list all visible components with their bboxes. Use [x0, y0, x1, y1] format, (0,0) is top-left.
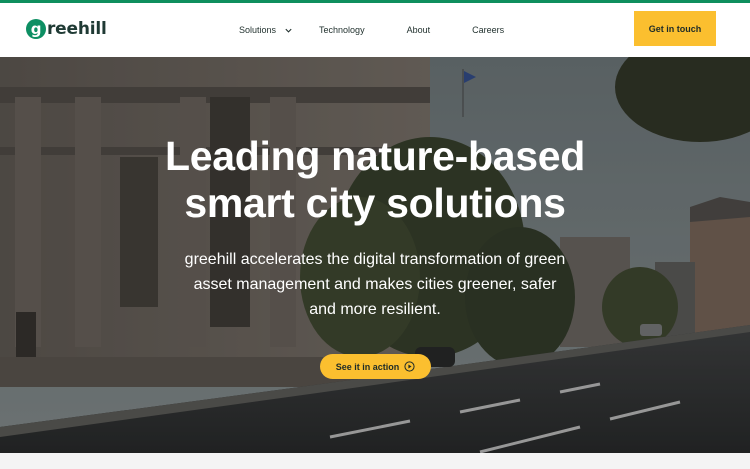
hero-section: Leading nature-based smart city solution…: [0, 57, 750, 453]
nav-item-about[interactable]: About: [407, 25, 431, 35]
hero-subtitle-line: asset management and makes cities greene…: [193, 276, 557, 293]
site-header: g reehill Solutions Technology About Care…: [0, 3, 750, 57]
hero-title-line: smart city solutions: [184, 180, 566, 226]
hero-title-line: Leading nature-based: [164, 133, 586, 179]
next-section-strip: [0, 453, 750, 469]
nav-item-careers[interactable]: Careers: [472, 25, 504, 35]
nav-item-label: Technology: [319, 25, 365, 35]
nav-item-label: Careers: [472, 25, 505, 35]
nav-item-label: Solutions: [239, 25, 277, 35]
logo-mark: g: [26, 19, 46, 39]
button-label: See it in action: [335, 361, 400, 372]
logo-text: reehill: [47, 19, 107, 39]
nav-item-technology[interactable]: Technology: [319, 25, 365, 35]
get-in-touch-button[interactable]: Get in touch: [634, 11, 716, 46]
chevron-down-icon: [285, 28, 292, 33]
hero-title: Leading nature-based smart city solution…: [0, 133, 750, 227]
hero-subtitle-line: greehill accelerates the digital transfo…: [184, 251, 566, 268]
main-nav: Solutions Technology About Careers: [239, 3, 504, 57]
hero-subtitle-line: and more resilient.: [309, 301, 441, 318]
see-it-in-action-button[interactable]: See it in action: [320, 354, 431, 379]
nav-item-solutions[interactable]: Solutions: [239, 25, 293, 35]
hero-subtitle: greehill accelerates the digital transfo…: [0, 247, 750, 322]
nav-item-label: About: [406, 25, 431, 35]
play-circle-icon: [404, 361, 415, 372]
greehill-logo[interactable]: g reehill: [26, 18, 107, 40]
